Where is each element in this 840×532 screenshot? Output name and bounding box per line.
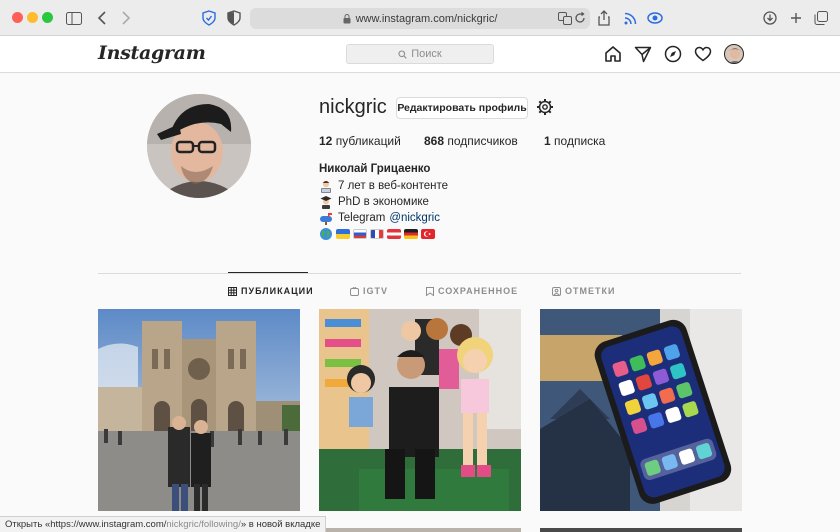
germany-flag-icon [404, 229, 418, 239]
mailbox-emoji-icon [319, 211, 333, 225]
bookmark-icon [426, 286, 434, 296]
browser-toolbar: www.instagram.com/nickgric/ [0, 0, 840, 36]
posts-count-stat: 12 публикаций [319, 134, 401, 148]
turkey-flag-icon [421, 229, 435, 239]
reader-icon[interactable] [224, 8, 244, 28]
tab-igtv[interactable]: IGTV [350, 286, 388, 296]
tab-posts[interactable]: ПУБЛИКАЦИИ [228, 286, 314, 296]
close-window-button[interactable] [12, 12, 23, 23]
status-path: nickgric/following/ [166, 519, 241, 530]
url-text: www.instagram.com/nickgric/ [355, 12, 498, 25]
instagram-logo[interactable]: Instagram [98, 42, 206, 64]
notre-dame-photo [98, 309, 300, 511]
post-thumbnail[interactable] [540, 528, 742, 532]
bio-flags-line [319, 227, 435, 241]
bio-line-1: 7 лет в веб-контенте [338, 180, 449, 192]
reload-icon[interactable] [574, 12, 586, 24]
ukraine-flag-icon [336, 229, 350, 239]
sidebar-icon[interactable] [64, 8, 84, 28]
posts-count: 12 [319, 134, 333, 148]
bio-line-3-prefix: Telegram [338, 212, 386, 224]
link-status-bar: Открыть «https://www.instagram.com/nickg… [0, 516, 327, 532]
status-prefix: Открыть «https://www.instagram.com/ [5, 519, 167, 530]
home-icon[interactable] [604, 45, 624, 65]
minimize-window-button[interactable] [27, 12, 38, 23]
forward-icon[interactable] [116, 8, 136, 28]
lego-friends-photo [319, 309, 521, 511]
direct-messages-icon[interactable] [634, 45, 654, 65]
post-thumbnail[interactable] [319, 309, 521, 511]
zoom-window-button[interactable] [42, 12, 53, 23]
extension-icon[interactable] [645, 8, 665, 28]
france-flag-icon [370, 229, 384, 239]
posts-label: публикаций [335, 134, 401, 148]
profile-username: nickgric [319, 96, 387, 118]
avatar[interactable] [724, 44, 744, 64]
graduate-emoji-icon [319, 195, 333, 209]
technologist-emoji-icon [319, 179, 333, 193]
russia-flag-icon [353, 229, 367, 239]
tab-posts-label: ПУБЛИКАЦИИ [241, 286, 314, 296]
new-tab-icon[interactable] [786, 8, 806, 28]
back-icon[interactable] [92, 8, 112, 28]
address-bar[interactable]: www.instagram.com/nickgric/ [250, 8, 590, 29]
instagram-header: Instagram Поиск [0, 36, 840, 73]
austria-flag-icon [387, 229, 401, 239]
tab-igtv-label: IGTV [363, 286, 389, 296]
bio-line: 7 лет в веб-контенте [319, 179, 448, 193]
tab-tagged-label: ОТМЕТКИ [565, 286, 616, 296]
edit-profile-button[interactable]: Редактировать профиль [396, 97, 528, 119]
globe-emoji-icon [319, 227, 333, 241]
tab-tagged[interactable]: ОТМЕТКИ [552, 286, 615, 296]
iphone-photo [540, 309, 742, 511]
tab-saved-label: СОХРАНЕННОЕ [438, 286, 519, 296]
rss-icon[interactable] [620, 8, 640, 28]
search-icon [398, 49, 407, 59]
activity-heart-icon[interactable] [694, 45, 714, 65]
privacy-shield-icon[interactable] [199, 8, 219, 28]
followers-label: подписчиков [447, 134, 518, 148]
profile-full-name: Николай Грицаенко [319, 163, 431, 175]
lock-icon [343, 13, 351, 24]
followers-stat[interactable]: 868 подписчиков [424, 134, 518, 148]
followers-count: 868 [424, 134, 445, 148]
igtv-icon [350, 286, 359, 296]
active-tab-indicator [228, 272, 308, 273]
following-label: подписка [554, 134, 606, 148]
search-input[interactable]: Поиск [346, 44, 494, 64]
tab-overview-icon[interactable] [811, 8, 831, 28]
post-thumbnail[interactable] [319, 528, 521, 532]
post-thumbnail[interactable] [98, 309, 300, 511]
tab-saved[interactable]: СОХРАНЕННОЕ [426, 286, 518, 296]
explore-icon[interactable] [664, 45, 684, 65]
translate-icon[interactable] [558, 12, 572, 25]
tagged-icon [552, 286, 561, 296]
settings-gear-icon[interactable] [536, 98, 554, 116]
bio-line: PhD в экономике [319, 195, 429, 209]
profile-picture[interactable] [147, 94, 251, 198]
search-placeholder: Поиск [411, 48, 442, 60]
share-icon[interactable] [594, 8, 614, 28]
bio-line: Telegram @nickgric [319, 211, 440, 225]
downloads-icon[interactable] [760, 8, 780, 28]
post-thumbnail[interactable] [540, 309, 742, 511]
grid-icon [228, 286, 237, 296]
telegram-link[interactable]: @nickgric [389, 212, 440, 224]
bio-line-2: PhD в экономике [338, 196, 429, 208]
tabs-divider [98, 273, 741, 274]
following-stat[interactable]: 1 подписка [544, 134, 605, 148]
following-count: 1 [544, 134, 551, 148]
status-suffix: » в новой вкладке [240, 519, 321, 530]
